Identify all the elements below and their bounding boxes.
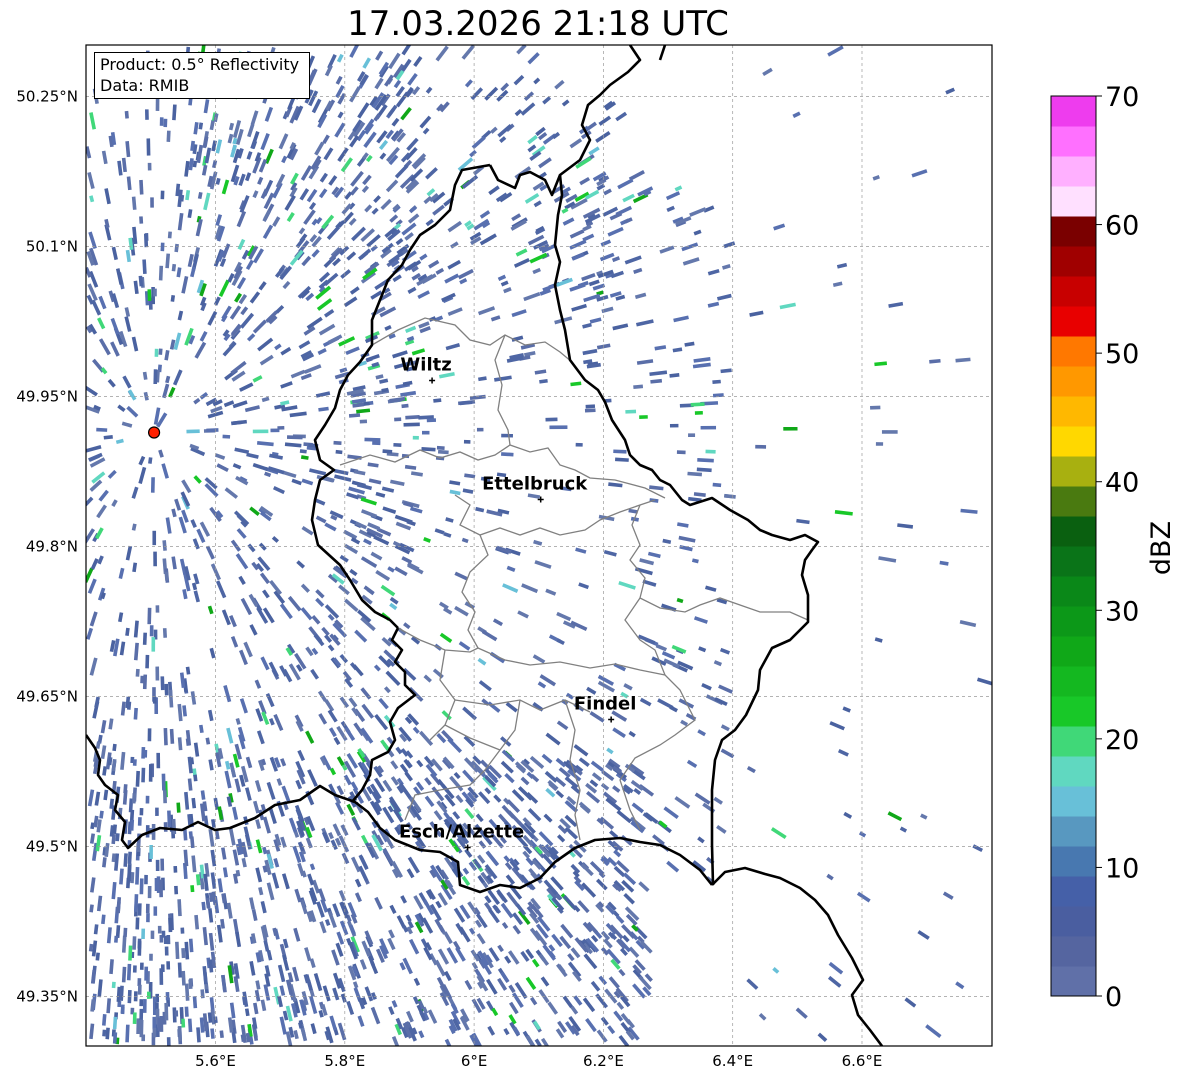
colorbar-segment <box>1051 276 1096 307</box>
colorbar-segment <box>1051 366 1096 397</box>
colorbar-tick-label: 30 <box>1105 596 1139 627</box>
lat-tick-label: 49.65°N <box>16 688 78 706</box>
colorbar-segment <box>1051 936 1096 967</box>
colorbar-segment <box>1051 966 1096 997</box>
colorbar-segment <box>1051 576 1096 607</box>
colorbar-segment <box>1051 216 1096 247</box>
lat-tick-label: 50.1°N <box>26 238 78 256</box>
longitude-ticks: 5.6°E 5.8°E 6°E 6.2°E 6.4°E 6.6°E <box>195 1052 882 1070</box>
lat-tick-label: 49.35°N <box>16 988 78 1006</box>
city-label: Ettelbruck <box>482 474 588 495</box>
city-marker-icon <box>608 716 615 723</box>
data-source-label: Data: RMIB <box>100 76 190 95</box>
colorbar-segment <box>1051 456 1096 487</box>
lon-tick-label: 6.2°E <box>583 1052 624 1070</box>
plot-area: Wiltz Ettelbruck Findel Esch/Alzette <box>86 45 992 1046</box>
city-label: Findel <box>574 694 637 715</box>
lon-tick-label: 6.4°E <box>712 1052 753 1070</box>
colorbar-tick-label: 40 <box>1105 468 1139 499</box>
colorbar-segment <box>1051 186 1096 217</box>
radar-echoes <box>86 45 992 1046</box>
colorbar-segment <box>1051 546 1096 577</box>
colorbar-segment <box>1051 306 1096 337</box>
colorbar-tick-label: 0 <box>1105 982 1122 1013</box>
lat-tick-label: 49.8°N <box>26 538 78 556</box>
colorbar-segment <box>1051 786 1096 817</box>
city-wiltz: Wiltz <box>400 355 452 384</box>
lat-tick-label: 49.95°N <box>16 388 78 406</box>
lon-tick-label: 6°E <box>461 1052 488 1070</box>
radar-map: Wiltz Ettelbruck Findel Esch/Alzette 50.25°… <box>16 44 1177 1070</box>
city-label: Esch/Alzette <box>399 822 524 843</box>
colorbar-tick-label: 60 <box>1105 211 1139 242</box>
lat-tick-label: 50.25°N <box>16 88 78 106</box>
colorbar-tick-label: 20 <box>1105 725 1139 756</box>
colorbar-segment <box>1051 726 1096 757</box>
colorbar-segment <box>1051 156 1096 187</box>
colorbar-segment <box>1051 696 1096 727</box>
radar-site-icon <box>147 426 161 439</box>
colorbar-segment <box>1051 636 1096 667</box>
city-marker-icon <box>429 377 436 384</box>
colorbar-segment <box>1051 816 1096 847</box>
colorbar-segment <box>1051 516 1096 547</box>
city-findel: Findel <box>574 694 637 723</box>
colorbar-segment <box>1051 246 1096 277</box>
product-label: Product: 0.5° Reflectivity <box>100 55 300 74</box>
colorbar-tick-label: 70 <box>1105 82 1139 113</box>
colorbar-segment <box>1051 426 1096 457</box>
lon-tick-label: 5.6°E <box>195 1052 236 1070</box>
colorbar: 0 10 20 30 40 50 60 70 dBZ <box>1050 82 1177 1013</box>
colorbar-segment <box>1051 876 1096 907</box>
colorbar-segment <box>1051 846 1096 877</box>
colorbar-segment <box>1051 906 1096 937</box>
colorbar-segment <box>1051 96 1096 127</box>
colorbar-segment <box>1051 756 1096 787</box>
colorbar-segment <box>1051 486 1096 517</box>
radar-site-marker <box>147 426 161 439</box>
lat-tick-label: 49.5°N <box>26 838 78 856</box>
latitude-ticks: 50.25°N 50.1°N 49.95°N 49.8°N 49.65°N 49.5°N 4… <box>16 88 78 1006</box>
colorbar-segment <box>1051 606 1096 637</box>
colorbar-label: dBZ <box>1146 521 1177 575</box>
product-info-box: Product: 0.5° Reflectivity Data: RMIB <box>94 52 310 99</box>
colorbar-tick-label: 10 <box>1105 853 1139 884</box>
city-label: Wiltz <box>400 355 451 376</box>
colorbar-tick-label: 50 <box>1105 339 1139 370</box>
lon-tick-label: 5.8°E <box>324 1052 365 1070</box>
colorbar-segment <box>1051 666 1096 697</box>
colorbar-segment <box>1051 126 1096 157</box>
colorbar-segment <box>1051 396 1096 427</box>
colorbar-segment <box>1051 336 1096 367</box>
lon-tick-label: 6.6°E <box>842 1052 883 1070</box>
